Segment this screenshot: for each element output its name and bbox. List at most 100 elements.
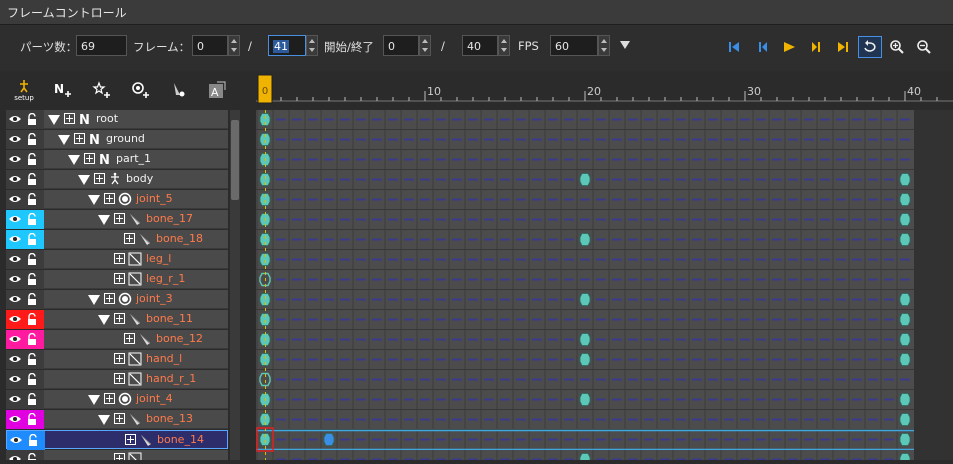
- keyframe-marker[interactable]: [323, 433, 335, 446]
- add-child-icon[interactable]: [64, 113, 75, 124]
- keyframe-marker[interactable]: [899, 213, 911, 226]
- add-child-icon[interactable]: [114, 313, 125, 324]
- eye-icon[interactable]: [9, 315, 21, 323]
- part-row[interactable]: bone_17: [6, 210, 228, 229]
- keyframe-marker[interactable]: [899, 453, 911, 464]
- eye-icon[interactable]: [9, 455, 21, 460]
- eye-icon[interactable]: [9, 415, 21, 423]
- part-row[interactable]: bone_12: [6, 330, 228, 349]
- part-row[interactable]: joint_5: [6, 190, 228, 209]
- lock-icon[interactable]: [27, 453, 37, 460]
- fps-stepper[interactable]: [598, 35, 610, 56]
- lock-icon[interactable]: [27, 353, 37, 366]
- add-child-icon[interactable]: [84, 153, 95, 164]
- keyframe-marker[interactable]: [579, 393, 591, 406]
- eye-icon[interactable]: [9, 195, 21, 203]
- add-child-icon[interactable]: [114, 453, 125, 460]
- add-null-tool-button[interactable]: N: [51, 78, 75, 102]
- lock-icon[interactable]: [27, 413, 37, 426]
- fps-field[interactable]: 60: [550, 35, 598, 56]
- expand-toggle-icon[interactable]: [88, 195, 100, 205]
- tree-scrollbar-thumb[interactable]: [231, 120, 239, 200]
- part-row[interactable]: body: [6, 170, 228, 189]
- part-row[interactable]: bone_11: [6, 310, 228, 329]
- add-part-tool-button[interactable]: [90, 78, 114, 102]
- expand-toggle-icon[interactable]: [98, 415, 110, 425]
- setup-tool-button[interactable]: setup: [12, 78, 36, 102]
- expand-toggle-icon[interactable]: [48, 115, 60, 125]
- part-row[interactable]: [6, 450, 228, 460]
- eye-icon[interactable]: [9, 255, 21, 263]
- fps-dropdown-icon[interactable]: [620, 41, 630, 49]
- lock-icon[interactable]: [27, 333, 37, 346]
- lock-icon[interactable]: [27, 373, 37, 386]
- add-child-icon[interactable]: [104, 393, 115, 404]
- lock-icon[interactable]: [27, 313, 37, 326]
- add-child-icon[interactable]: [104, 293, 115, 304]
- eye-icon[interactable]: [9, 375, 21, 383]
- part-row[interactable]: bone_18: [6, 230, 228, 249]
- add-child-icon[interactable]: [125, 434, 136, 445]
- lock-icon[interactable]: [27, 113, 37, 126]
- add-child-icon[interactable]: [124, 333, 135, 344]
- add-child-icon[interactable]: [114, 253, 125, 264]
- part-row[interactable]: joint_3: [6, 290, 228, 309]
- part-row[interactable]: Nground: [6, 130, 228, 149]
- eye-icon[interactable]: [10, 436, 22, 444]
- lock-icon[interactable]: [28, 434, 38, 447]
- last-frame-button[interactable]: [831, 36, 855, 58]
- keyframe-marker[interactable]: [899, 233, 911, 246]
- eye-icon[interactable]: [9, 295, 21, 303]
- first-frame-button[interactable]: [722, 36, 746, 58]
- lock-icon[interactable]: [27, 133, 37, 146]
- keyframe-marker[interactable]: [899, 173, 911, 186]
- next-keyframe-button[interactable]: [804, 36, 828, 58]
- lock-icon[interactable]: [27, 393, 37, 406]
- part-row[interactable]: leg_r_1: [6, 270, 228, 289]
- add-child-icon[interactable]: [114, 373, 125, 384]
- total-frames-field[interactable]: 41: [268, 35, 306, 56]
- lock-icon[interactable]: [27, 253, 37, 266]
- keyframe-marker[interactable]: [579, 333, 591, 346]
- eye-icon[interactable]: [9, 115, 21, 123]
- keyframe-marker[interactable]: [899, 433, 911, 446]
- play-button[interactable]: [777, 36, 801, 58]
- add-bone-tool-button[interactable]: [168, 78, 192, 102]
- eye-icon[interactable]: [9, 155, 21, 163]
- keyframe-marker[interactable]: [899, 353, 911, 366]
- keyframe-marker[interactable]: [899, 393, 911, 406]
- part-row[interactable]: bone_13: [6, 410, 228, 429]
- expand-toggle-icon[interactable]: [98, 215, 110, 225]
- keyframe-marker[interactable]: [579, 173, 591, 186]
- expand-toggle-icon[interactable]: [98, 315, 110, 325]
- start-frame-field[interactable]: 0: [383, 35, 419, 56]
- lock-icon[interactable]: [27, 293, 37, 306]
- add-child-icon[interactable]: [124, 233, 135, 244]
- image-tool-button[interactable]: A: [205, 78, 229, 102]
- keyframe-marker[interactable]: [579, 293, 591, 306]
- current-frame-field[interactable]: 0: [192, 35, 228, 56]
- lock-icon[interactable]: [27, 173, 37, 186]
- part-row[interactable]: Nroot: [6, 110, 228, 129]
- lock-icon[interactable]: [27, 153, 37, 166]
- add-child-icon[interactable]: [114, 353, 125, 364]
- add-child-icon[interactable]: [114, 213, 125, 224]
- keyframe-marker[interactable]: [899, 193, 911, 206]
- add-joint-tool-button[interactable]: [129, 78, 153, 102]
- expand-toggle-icon[interactable]: [78, 175, 90, 185]
- zoom-in-button[interactable]: [885, 36, 909, 58]
- current-frame-stepper[interactable]: [228, 35, 240, 56]
- part-row[interactable]: hand_r_1: [6, 370, 228, 389]
- add-child-icon[interactable]: [94, 173, 105, 184]
- eye-icon[interactable]: [9, 175, 21, 183]
- keyframe-marker[interactable]: [899, 413, 911, 426]
- parts-count-field[interactable]: 69: [76, 35, 127, 56]
- expand-toggle-icon[interactable]: [58, 135, 70, 145]
- add-child-icon[interactable]: [114, 273, 125, 284]
- eye-icon[interactable]: [9, 335, 21, 343]
- keyframe-marker[interactable]: [899, 333, 911, 346]
- lock-icon[interactable]: [27, 273, 37, 286]
- total-frames-stepper[interactable]: [306, 35, 318, 56]
- loop-toggle-button[interactable]: [858, 36, 882, 58]
- part-row[interactable]: joint_4: [6, 390, 228, 409]
